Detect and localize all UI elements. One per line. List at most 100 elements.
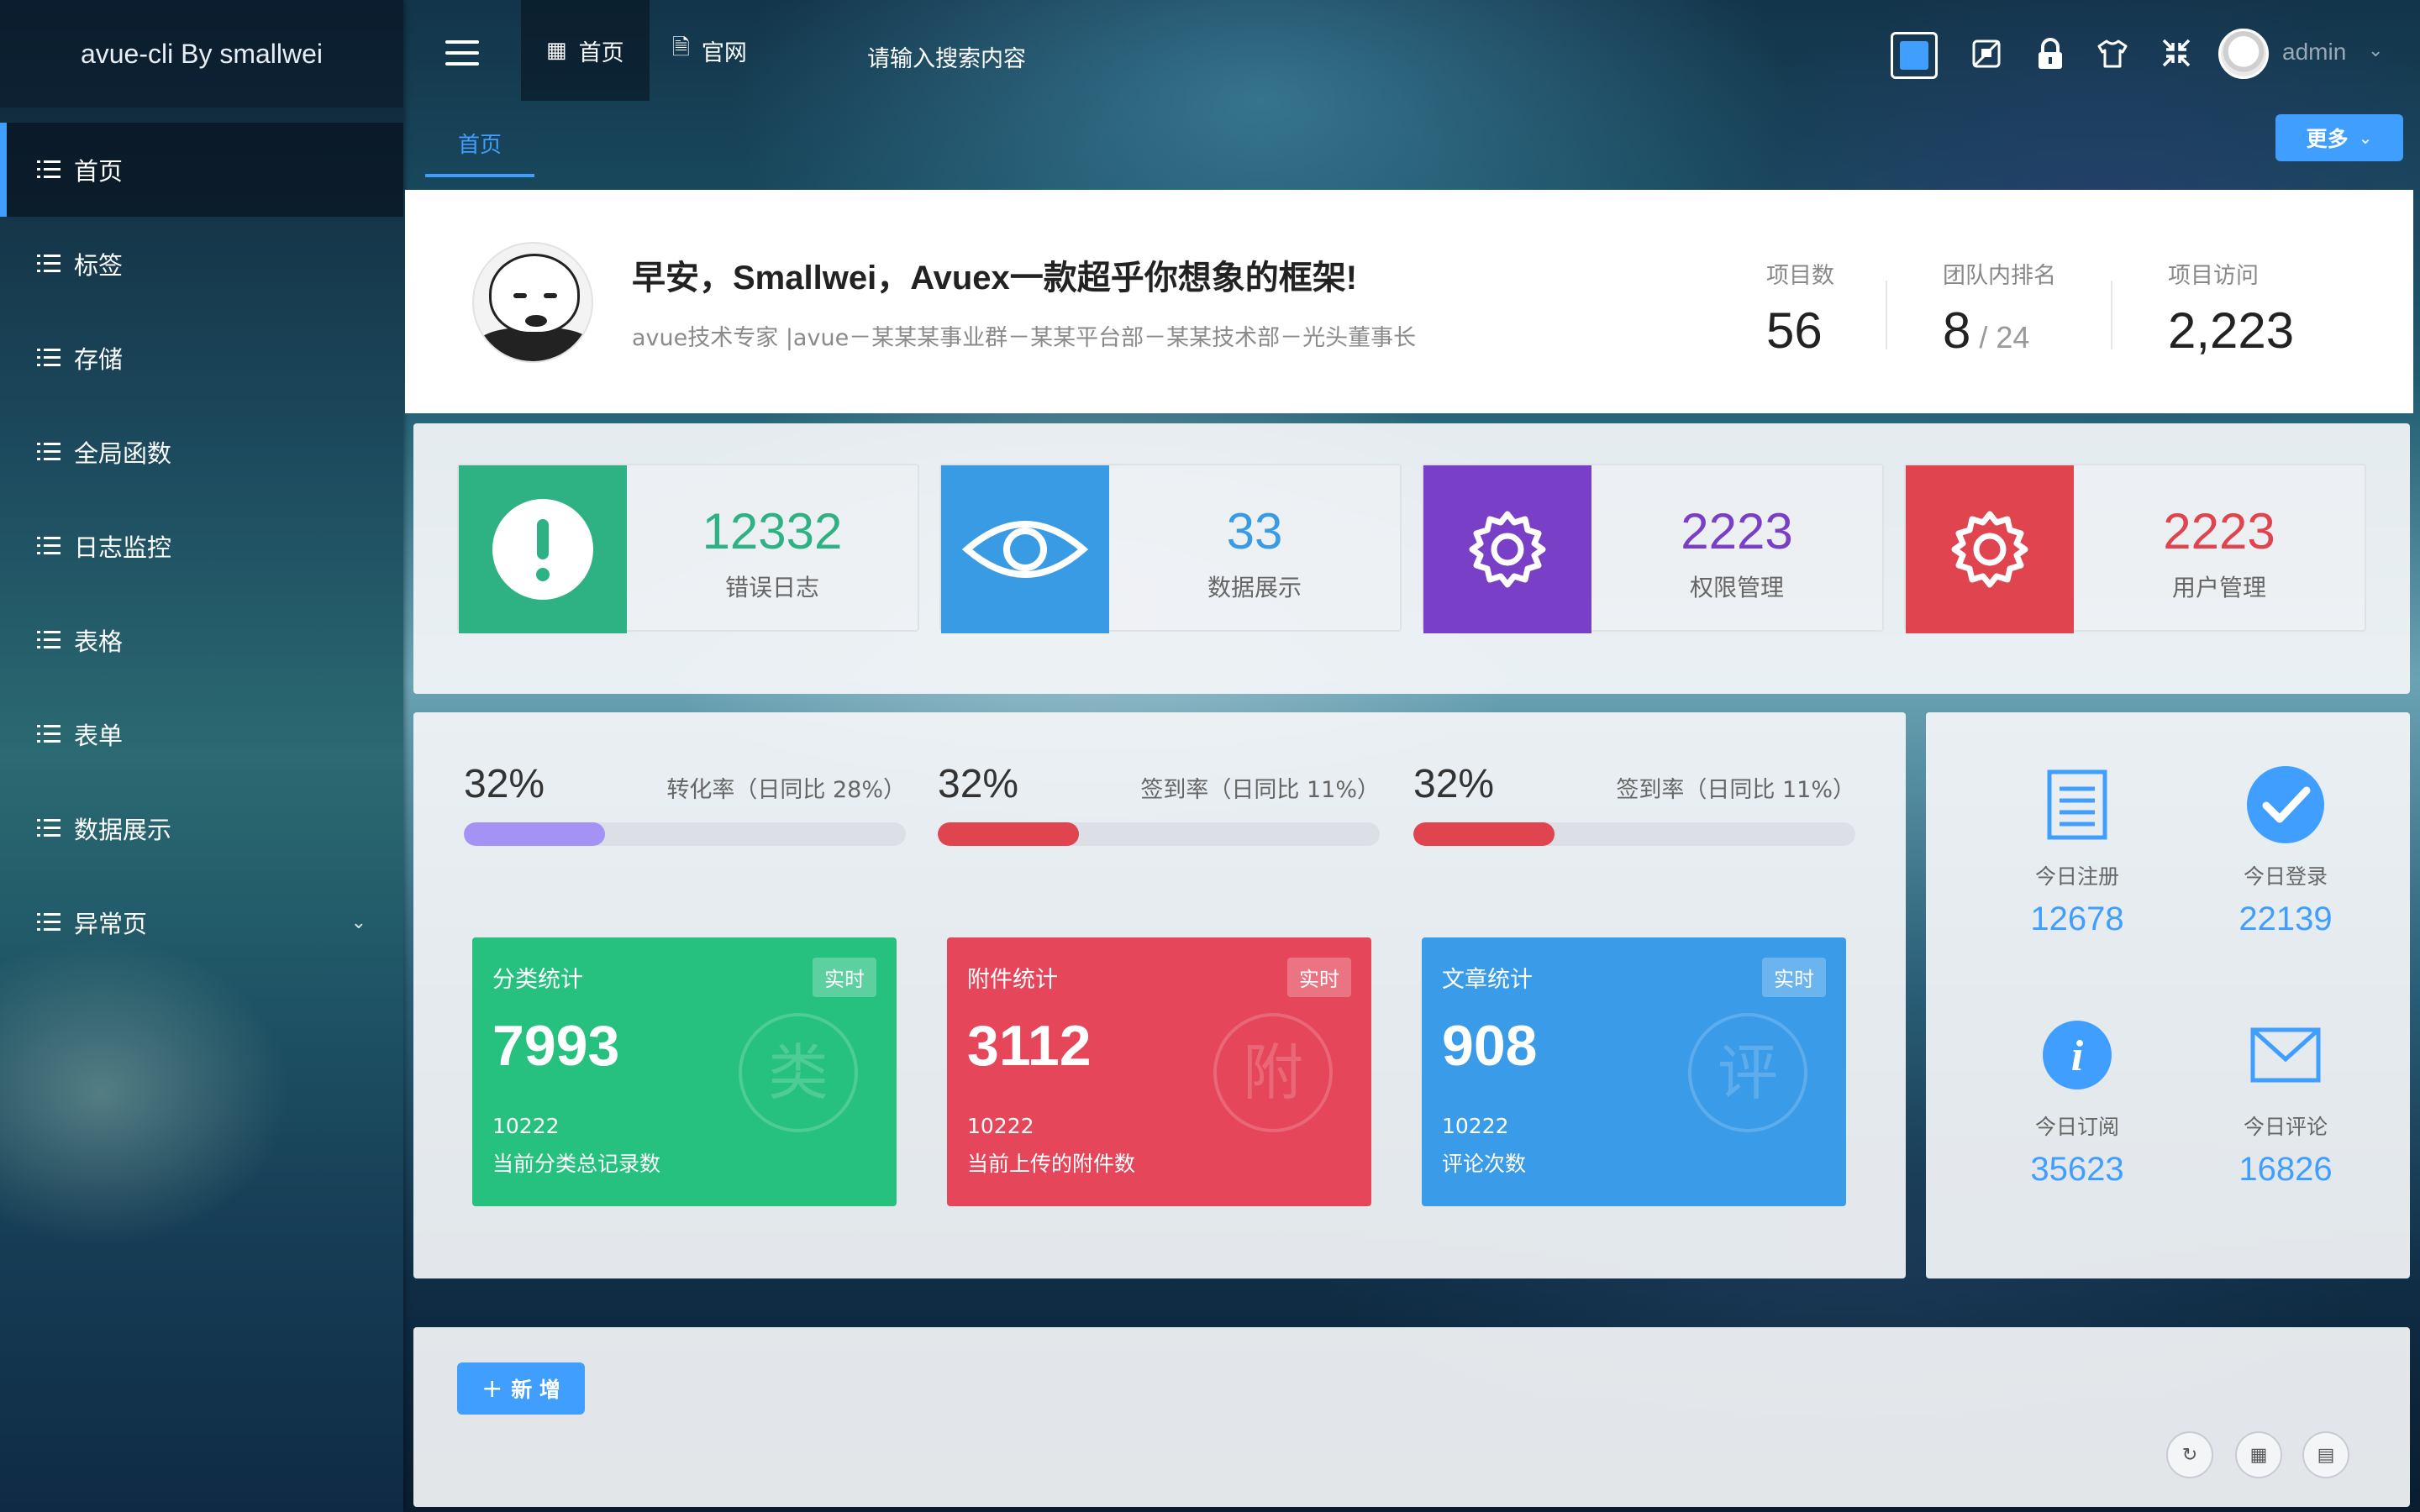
- layout-toggle-icon[interactable]: [1891, 32, 1938, 79]
- sidebar-item-error-pages[interactable]: 异常页 ⌄: [0, 875, 403, 969]
- stat-card-category[interactable]: 类 分类统计 实时 7993 10222 当前分类总记录数: [472, 937, 897, 1206]
- top-nav-website[interactable]: 🗎 官网: [647, 0, 772, 101]
- tab-home[interactable]: 首页: [425, 128, 534, 177]
- today-label: 今日评论: [2243, 1115, 2328, 1139]
- divider: [1886, 281, 1887, 349]
- stat-value: 8 / 24: [1943, 302, 2056, 360]
- stat-card-article[interactable]: 评 文章统计 实时 908 10222 评论次数: [1422, 937, 1846, 1206]
- box-permissions[interactable]: 2223 权限管理: [1422, 464, 1884, 633]
- stat-card-title: 文章统计: [1442, 967, 1533, 993]
- sidebar-item-table[interactable]: 表格: [0, 593, 403, 687]
- sidebar-item-storage[interactable]: 存储: [0, 311, 403, 405]
- stat-card-desc: 当前分类总记录数: [492, 1152, 661, 1176]
- list-icon: [37, 443, 60, 461]
- progress-track: [938, 822, 1380, 846]
- document-lines-icon: [1993, 763, 2161, 847]
- progress-fill: [1413, 822, 1555, 846]
- progress-label: 签到率（日同比 11%）: [1140, 777, 1380, 803]
- info-circle-icon: i: [1993, 1013, 2161, 1097]
- add-button[interactable]: + 新 增: [457, 1362, 585, 1415]
- filter-icon[interactable]: ▤: [2302, 1431, 2349, 1478]
- sidebar-item-label: 表单: [74, 722, 124, 750]
- watermark-glyph: 评: [1688, 1013, 1807, 1132]
- top-nav-home[interactable]: ▦ 首页: [521, 0, 650, 101]
- more-button-label: 更多: [2306, 127, 2349, 151]
- progress-fill: [464, 822, 606, 846]
- sidebar-item-log-monitor[interactable]: 日志监控: [0, 499, 403, 593]
- sidebar-item-home[interactable]: 首页: [0, 123, 403, 217]
- chevron-down-icon[interactable]: ⌄: [351, 912, 366, 933]
- app-logo-title[interactable]: avue-cli By smallwei: [0, 0, 403, 108]
- today-comment: 今日评论 16826: [2202, 1013, 2370, 1189]
- gear-icon: [1951, 511, 2028, 588]
- stat-label: 团队内排名: [1943, 263, 2056, 289]
- sidebar-item-label: 首页: [74, 157, 124, 186]
- stat-label: 项目访问: [2168, 263, 2259, 289]
- welcome-card: 早安，Smallwei，Avuex一款超乎你想象的框架! avue技术专家 |a…: [405, 190, 2413, 413]
- progress-fill: [938, 822, 1080, 846]
- box-error-log[interactable]: 12332 错误日志: [457, 464, 919, 633]
- today-register: 今日注册 12678: [1993, 763, 2161, 938]
- welcome-title: 早安，Smallwei，Avuex一款超乎你想象的框架!: [632, 260, 1358, 297]
- box-data-display[interactable]: 33 数据展示: [939, 464, 1402, 633]
- sidebar-item-form[interactable]: 表单: [0, 687, 403, 781]
- exclamation-icon: [492, 499, 593, 600]
- menu-toggle-icon[interactable]: [445, 40, 479, 66]
- welcome-subtitle: avue技术专家 |avue－某某某事业群－某某平台部－某某技术部－光头董事长: [632, 325, 1417, 351]
- list-icon: [37, 631, 60, 649]
- stat-card-count: 10222: [492, 1114, 560, 1138]
- avatar[interactable]: [2218, 29, 2269, 79]
- today-value: 16826: [2238, 1151, 2333, 1188]
- username[interactable]: admin: [2282, 39, 2346, 66]
- stat-card-value: 908: [1442, 1014, 1538, 1078]
- stat-card-attachment[interactable]: 附 附件统计 实时 3112 10222 当前上传的附件数: [947, 937, 1371, 1206]
- add-button-label: 新 增: [511, 1378, 560, 1402]
- progress-label: 签到率（日同比 11%）: [1616, 777, 1855, 803]
- realtime-badge: 实时: [1287, 958, 1351, 997]
- top-nav-label: 官网: [701, 39, 747, 66]
- top-nav-label: 首页: [578, 39, 624, 66]
- stat-team-rank: 团队内排名 8 / 24: [1943, 257, 2056, 360]
- sidebar-item-global-functions[interactable]: 全局函数: [0, 405, 403, 499]
- document-icon: 🗎: [672, 35, 690, 60]
- today-label: 今日登录: [2243, 864, 2328, 889]
- screenshot-lock-icon[interactable]: [1968, 37, 2005, 74]
- more-button[interactable]: 更多 ⌄: [2275, 114, 2403, 161]
- stat-card-count: 10222: [1442, 1114, 1509, 1138]
- list-icon: [37, 255, 60, 273]
- chevron-down-icon[interactable]: ⌄: [2368, 40, 2383, 61]
- sidebar-item-label: 存储: [74, 345, 124, 374]
- theme-shirt-icon[interactable]: [2094, 37, 2131, 74]
- box-value: 33: [1226, 503, 1283, 559]
- stat-projects: 项目数 56: [1766, 257, 1834, 360]
- box-user-management[interactable]: 2223 用户管理: [1904, 464, 2366, 633]
- stat-card-title: 附件统计: [967, 967, 1058, 993]
- lock-icon[interactable]: [2032, 37, 2069, 74]
- today-label: 今日注册: [2034, 864, 2119, 889]
- box-icon-bg: [1423, 465, 1591, 633]
- columns-icon[interactable]: ▦: [2235, 1431, 2282, 1478]
- divider: [2111, 281, 2112, 349]
- search-input[interactable]: 请输入搜索内容: [867, 40, 1026, 73]
- today-value: 22139: [2238, 900, 2333, 937]
- stat-card-desc: 评论次数: [1442, 1152, 1527, 1176]
- sidebar-item-data-display[interactable]: 数据展示: [0, 781, 403, 875]
- list-icon: [37, 725, 60, 743]
- progress-track: [464, 822, 906, 846]
- gear-icon: [1469, 511, 1546, 588]
- sidebar-item-label: 标签: [74, 251, 124, 280]
- chevron-down-icon: ⌄: [2358, 128, 2373, 148]
- progress-track: [1413, 822, 1855, 846]
- watermark-glyph: 附: [1213, 1013, 1333, 1132]
- fullscreen-exit-icon[interactable]: [2158, 37, 2195, 74]
- stat-rank-total: / 24: [1970, 320, 2030, 354]
- refresh-icon[interactable]: ↻: [2166, 1431, 2213, 1478]
- check-circle-icon: [2202, 763, 2370, 847]
- list-icon: [37, 160, 60, 179]
- list-icon: [37, 349, 60, 367]
- envelope-icon: [2202, 1013, 2370, 1097]
- box-icon-bg: [1906, 465, 2074, 633]
- sidebar-item-tags[interactable]: 标签: [0, 217, 403, 311]
- stat-value: 2,223: [2168, 302, 2295, 359]
- grid-icon: ▦: [546, 38, 567, 63]
